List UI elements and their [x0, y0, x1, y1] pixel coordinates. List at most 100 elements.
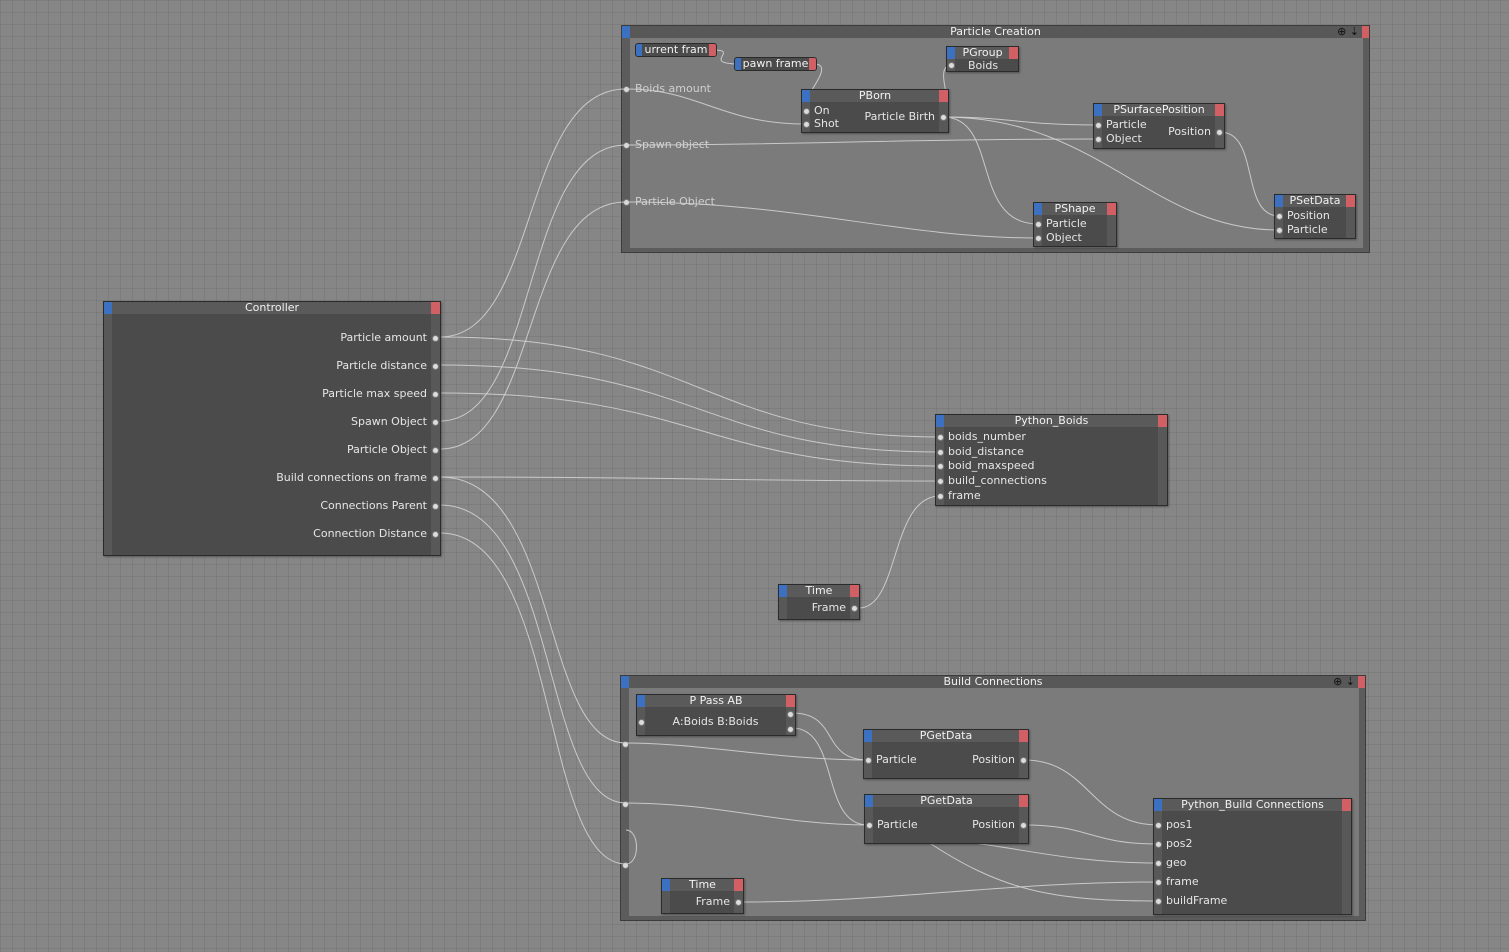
port-position: Position — [1168, 125, 1211, 138]
port-dot[interactable] — [735, 899, 742, 906]
port-dot[interactable] — [1155, 898, 1162, 905]
port-dot[interactable] — [787, 726, 794, 733]
port-dot[interactable] — [851, 605, 858, 612]
group-title: Particle Creation — [622, 26, 1369, 38]
node-spawn-frame[interactable]: pawn frame — [734, 57, 817, 71]
node-controller[interactable]: Controller Particle amount Particle dist… — [103, 301, 441, 556]
port-dot[interactable] — [432, 391, 439, 398]
node-title: PGetData — [864, 730, 1028, 742]
input-cap — [636, 44, 642, 56]
output-strip — [1346, 207, 1355, 238]
port-dot[interactable] — [1276, 227, 1283, 234]
node-label: urrent fram — [644, 43, 708, 56]
port-dot[interactable] — [432, 447, 439, 454]
port-dot[interactable] — [1095, 122, 1102, 129]
port-dot[interactable] — [1020, 757, 1027, 764]
port-particle: Particle — [1106, 118, 1147, 131]
group-output-cap — [1362, 26, 1369, 38]
node-time[interactable]: Time Frame — [661, 878, 744, 914]
node-title: P Pass AB — [637, 695, 795, 707]
port-dot[interactable] — [622, 862, 629, 869]
wire — [439, 476, 627, 744]
port-dot[interactable] — [1216, 129, 1223, 136]
node-title: PGroup — [947, 47, 1018, 59]
group-output-strip — [1363, 38, 1369, 252]
node-psetdata[interactable]: PSetData Position Particle — [1274, 194, 1356, 239]
port-dot[interactable] — [622, 741, 629, 748]
port-dot[interactable] — [1155, 841, 1162, 848]
port-frame: frame — [948, 489, 981, 502]
port-dot[interactable] — [940, 114, 947, 121]
port-frame: Frame — [811, 601, 846, 614]
port-dot[interactable] — [937, 478, 944, 485]
port-dot[interactable] — [432, 475, 439, 482]
port-dot[interactable] — [1155, 860, 1162, 867]
pass-label: A:Boids B:Boids — [672, 715, 759, 728]
port-dot[interactable] — [787, 711, 794, 718]
output-cap — [431, 302, 440, 314]
port-dot[interactable] — [803, 108, 810, 115]
port-dot[interactable] — [937, 434, 944, 441]
port-position: Position — [972, 753, 1015, 766]
output-strip — [1107, 215, 1116, 246]
port-particle: Particle — [877, 818, 918, 831]
node-p-pass-ab[interactable]: P Pass AB A:Boids B:Boids — [636, 694, 796, 736]
port-dot[interactable] — [432, 335, 439, 342]
output-cap — [1346, 195, 1355, 207]
port-boids-number: boids_number — [948, 430, 1026, 443]
port-dot[interactable] — [1020, 822, 1027, 829]
node-python-build-connections[interactable]: Python_Build Connections pos1 pos2 geo f… — [1153, 798, 1352, 915]
port-dot[interactable] — [623, 142, 630, 149]
port-frame: frame — [1166, 875, 1199, 888]
port-dot[interactable] — [803, 121, 810, 128]
group-input-cap — [622, 26, 630, 38]
output-cap — [1158, 415, 1167, 427]
port-dot[interactable] — [1095, 136, 1102, 143]
move-collapse-icon[interactable]: ⊕ ⇣ — [1337, 25, 1359, 38]
input-cap — [864, 730, 872, 742]
input-cap — [802, 90, 810, 102]
port-dot[interactable] — [1155, 879, 1162, 886]
port-spawn-object: Spawn Object — [351, 415, 427, 428]
port-boid-distance: boid_distance — [948, 445, 1024, 458]
input-cap — [104, 302, 112, 314]
port-dot[interactable] — [937, 463, 944, 470]
output-cap — [1019, 795, 1028, 807]
node-pgetdata[interactable]: PGetData Particle Position — [864, 794, 1029, 844]
node-pgetdata[interactable]: PGetData Particle Position — [863, 729, 1029, 779]
node-pshape[interactable]: PShape Particle Object — [1033, 202, 1117, 247]
port-dot[interactable] — [865, 757, 872, 764]
node-pgroup[interactable]: PGroup Boids — [946, 46, 1019, 72]
port-dot[interactable] — [638, 719, 645, 726]
input-cap — [735, 58, 741, 70]
port-dot[interactable] — [432, 419, 439, 426]
node-title: Python_Build Connections — [1154, 799, 1351, 811]
move-collapse-icon[interactable]: ⊕ ⇣ — [1333, 675, 1355, 688]
port-dot[interactable] — [937, 493, 944, 500]
port-dot[interactable] — [623, 199, 630, 206]
node-time[interactable]: Time Frame — [778, 584, 860, 620]
input-strip — [779, 597, 787, 619]
node-current-frame[interactable]: urrent fram — [635, 43, 717, 57]
port-dot[interactable] — [432, 363, 439, 370]
port-position: Position — [1287, 209, 1330, 222]
port-dot[interactable] — [948, 62, 955, 69]
port-dot[interactable] — [1155, 822, 1162, 829]
wire — [439, 144, 627, 422]
port-dot[interactable] — [1035, 235, 1042, 242]
output-cap — [850, 585, 859, 597]
port-dot[interactable] — [1276, 213, 1283, 220]
node-psurfaceposition[interactable]: PSurfacePosition Particle Object Positio… — [1093, 103, 1225, 149]
input-cap — [1275, 195, 1283, 207]
port-dot[interactable] — [623, 86, 630, 93]
port-dot[interactable] — [1035, 221, 1042, 228]
port-particle: Particle — [1046, 217, 1087, 230]
port-dot[interactable] — [866, 822, 873, 829]
port-dot[interactable] — [432, 531, 439, 538]
output-cap — [1342, 799, 1351, 811]
node-python-boids[interactable]: Python_Boids boids_number boid_distance … — [935, 414, 1168, 506]
node-pborn[interactable]: PBorn On Shot Particle Birth — [801, 89, 949, 133]
port-dot[interactable] — [937, 449, 944, 456]
port-dot[interactable] — [432, 503, 439, 510]
port-dot[interactable] — [622, 801, 629, 808]
